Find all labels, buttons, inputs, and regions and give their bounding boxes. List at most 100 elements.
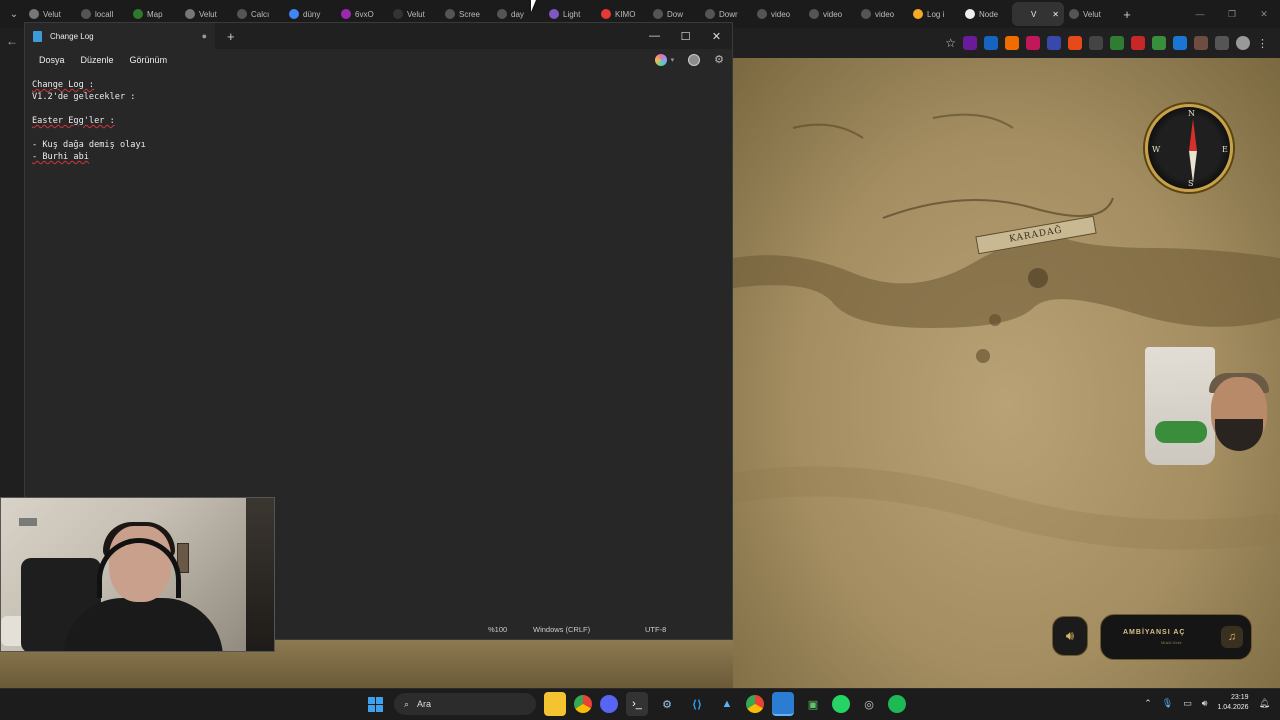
browser-tab-label: Velut: [1083, 9, 1101, 19]
windows-logo-icon: [367, 696, 383, 712]
status-encoding[interactable]: UTF-8: [645, 625, 666, 634]
profile-avatar[interactable]: [1236, 36, 1250, 50]
discord-icon[interactable]: [600, 695, 618, 713]
taskbar-search[interactable]: ⌕ Ara: [394, 693, 536, 715]
browser-tab-label: Velut: [43, 9, 61, 19]
volume-icon[interactable]: 🔊︎: [1202, 698, 1208, 709]
ambiance-button[interactable]: AMBİYANSI AÇ Müzik Dinle ♫: [1100, 614, 1252, 660]
notepad-menubar-right: ▾ ⚙: [654, 53, 724, 66]
extension-icon[interactable]: [1131, 36, 1145, 50]
notepad-tab[interactable]: Change Log ●: [25, 23, 215, 49]
start-button[interactable]: [364, 692, 386, 716]
back-arrow-icon[interactable]: ←: [6, 34, 18, 48]
app-a-icon[interactable]: ▲: [716, 692, 738, 716]
tab-favicon-icon: [653, 9, 663, 19]
browser-menu-icon[interactable]: ⋮: [1257, 37, 1268, 50]
notification-bell-icon[interactable]: 🔔︎: [1259, 698, 1270, 709]
editor-line: Easter Egg'ler :: [32, 115, 146, 127]
browser-tab[interactable]: Node: [960, 2, 1012, 26]
ambiance-label: AMBİYANSI AÇ: [1123, 629, 1186, 636]
notepad-maximize-button[interactable]: ☐: [670, 30, 701, 43]
clock[interactable]: 23:19 1.04.2026: [1217, 693, 1248, 713]
file-explorer-icon[interactable]: [544, 692, 566, 716]
browser-close-button[interactable]: ✕: [1248, 9, 1280, 20]
notepad-icon[interactable]: [772, 692, 794, 716]
tab-favicon-icon: [497, 9, 507, 19]
extension-icon[interactable]: [1110, 36, 1124, 50]
browser-tab[interactable]: video: [804, 2, 856, 26]
extension-icon[interactable]: [1026, 36, 1040, 50]
chevron-up-icon[interactable]: ⌃: [1144, 698, 1152, 709]
extension-icon[interactable]: [1047, 36, 1061, 50]
browser-tab[interactable]: Velut: [1064, 2, 1116, 26]
tab-favicon-icon: [393, 9, 403, 19]
tab-close-icon[interactable]: ✕: [1052, 10, 1059, 19]
browser-tab-label: Velut: [199, 9, 217, 19]
notepad-window-controls: — ☐ ✕: [639, 30, 732, 43]
beard-image: [1215, 419, 1263, 451]
editor-line: V1.2'de gelecekler :: [32, 92, 136, 102]
new-tab-button[interactable]: +: [1116, 7, 1138, 22]
chrome-icon[interactable]: [574, 695, 592, 713]
tab-favicon-icon: [757, 9, 767, 19]
menu-edit[interactable]: Düzenle: [73, 55, 122, 65]
tab-list-dropdown[interactable]: ⌄: [4, 2, 24, 26]
chrome-icon-2[interactable]: [746, 695, 764, 713]
music-note-icon: ♫: [1221, 626, 1243, 648]
browser-tab-label: V: [1031, 9, 1037, 19]
browser-minimize-button[interactable]: —: [1184, 9, 1216, 19]
extension-icon[interactable]: [1005, 36, 1019, 50]
system-tray: ⌃ 🎙︎ ▭ 🔊︎ 23:19 1.04.2026 🔔︎: [1144, 693, 1270, 713]
browser-tab-label: Dowr: [719, 9, 738, 19]
whatsapp-icon[interactable]: [832, 695, 850, 713]
settings-gear-icon[interactable]: ⚙: [714, 53, 724, 66]
app-green-icon[interactable]: ▣: [802, 692, 824, 716]
extension-icon[interactable]: [1194, 36, 1208, 50]
browser-tab-label: KIMO: [615, 9, 636, 19]
network-icon[interactable]: ▭: [1183, 698, 1192, 709]
extension-icon[interactable]: [1068, 36, 1082, 50]
bookmark-star-icon[interactable]: ☆: [945, 36, 956, 50]
notepad-minimize-button[interactable]: —: [639, 30, 670, 43]
microphone-icon[interactable]: 🎙︎: [1162, 698, 1173, 709]
settings-icon[interactable]: ⚙: [656, 692, 678, 716]
browser-tab-label: düny: [303, 9, 321, 19]
browser-tab-label: Scree: [459, 9, 480, 19]
notepad-new-tab-button[interactable]: +: [227, 29, 235, 44]
vscode-icon[interactable]: ⟨⟩: [686, 692, 708, 716]
extension-icon[interactable]: [963, 36, 977, 50]
extension-icon[interactable]: [1089, 36, 1103, 50]
notepad-titlebar: Change Log ● + — ☐ ✕: [25, 23, 732, 49]
menu-file[interactable]: Dosya: [31, 55, 73, 65]
terminal-icon[interactable]: ›_: [626, 692, 648, 716]
browser-tab[interactable]: V ✕: [1012, 2, 1064, 26]
app-circle-icon[interactable]: ◎: [858, 692, 880, 716]
status-zoom[interactable]: %100: [488, 625, 507, 634]
extension-icon[interactable]: [984, 36, 998, 50]
search-icon: ⌕: [404, 698, 410, 709]
browser-restore-button[interactable]: ❐: [1216, 9, 1248, 20]
compass-w: W: [1152, 145, 1161, 154]
tab-favicon-icon: [705, 9, 715, 19]
unsaved-indicator-icon[interactable]: ●: [202, 31, 207, 41]
browser-tab[interactable]: Log i: [908, 2, 960, 26]
notepad-close-button[interactable]: ✕: [701, 30, 732, 43]
copilot-button[interactable]: ▾: [654, 53, 674, 66]
clover-image: [1155, 421, 1207, 443]
notepad-editor[interactable]: Change Log : V1.2'de gelecekler : Easter…: [32, 79, 146, 163]
copilot-icon: [654, 53, 667, 66]
browser-tab[interactable]: video: [856, 2, 908, 26]
browser-tab[interactable]: video: [752, 2, 804, 26]
extension-icon[interactable]: [1152, 36, 1166, 50]
extensions-puzzle-icon[interactable]: [1215, 36, 1229, 50]
account-avatar[interactable]: [688, 53, 701, 66]
notepad-menubar: Dosya Düzenle Görünüm ▾ ⚙: [25, 49, 732, 71]
extension-icon[interactable]: [1173, 36, 1187, 50]
tab-favicon-icon: [81, 9, 91, 19]
compass: N S E W: [1145, 104, 1233, 192]
menu-view[interactable]: Görünüm: [122, 55, 176, 65]
sound-toggle-button[interactable]: 🔊︎: [1052, 616, 1088, 656]
spotify-icon[interactable]: [888, 695, 906, 713]
status-line-ending[interactable]: Windows (CRLF): [533, 625, 590, 634]
taskbar-search-placeholder: Ara: [417, 699, 432, 709]
